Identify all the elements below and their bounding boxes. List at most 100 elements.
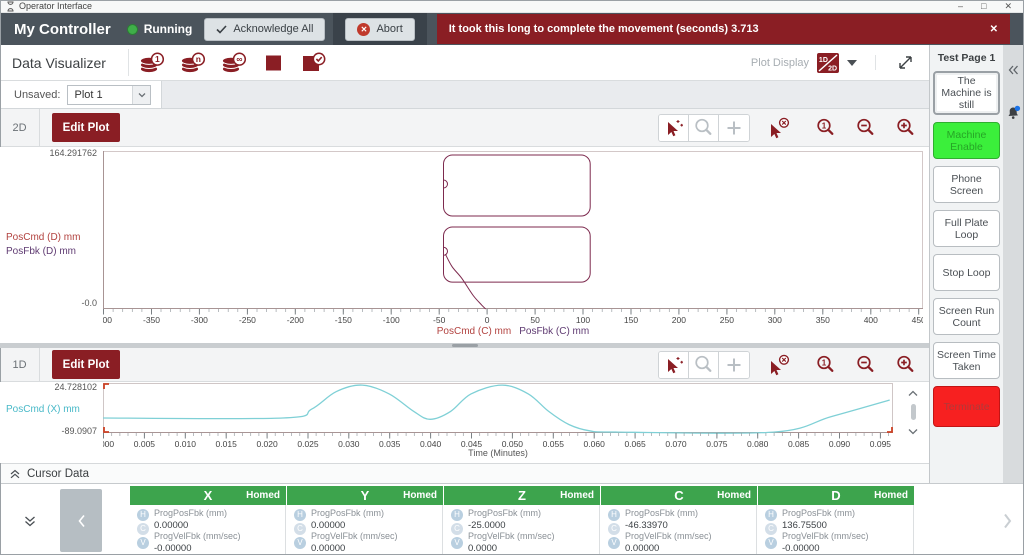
chevron-up-icon[interactable]	[904, 386, 922, 400]
sidebar-button-screen-time-taken[interactable]: Screen Time Taken	[933, 342, 1000, 379]
status-dot-icon	[127, 24, 138, 35]
velocity-indicator-icon: V	[137, 537, 149, 549]
vel-feedback-label: ProgVelFbk (mm/sec)	[154, 531, 241, 543]
pan-icon[interactable]	[719, 115, 749, 141]
expand-icon[interactable]	[894, 51, 917, 74]
plot-2d-canvas[interactable]: -400-350-300-250-200-150-100-50050100150…	[103, 151, 923, 332]
axis-scroll-left-button[interactable]	[60, 489, 102, 552]
plot-2d-header: 2D Edit Plot 1	[0, 109, 929, 147]
cancel-measure-icon[interactable]	[768, 354, 791, 376]
divider	[128, 49, 129, 76]
axis-card-y[interactable]: YHomedHCVProgPosFbk (mm)0.00000ProgVelFb…	[287, 486, 443, 555]
vel-feedback-value: -0.00000	[782, 543, 869, 555]
plot-1d-scrollbar	[903, 386, 923, 438]
sidebar-button-machine-enable[interactable]: Machine Enable	[933, 122, 1000, 159]
chevron-down-icon[interactable]	[132, 86, 150, 104]
home-indicator-icon: H	[765, 509, 777, 521]
velocity-indicator-icon: V	[608, 537, 620, 549]
edit-plot-2d-button[interactable]: Edit Plot	[52, 113, 120, 142]
cursor-data-label: Cursor Data	[27, 468, 89, 480]
plot-display-mode-icon[interactable]: 1D2D	[817, 53, 839, 73]
record-single-icon[interactable]: 1	[139, 52, 166, 74]
pos-feedback-label: ProgPosFbk (mm)	[468, 508, 555, 520]
svg-text:350: 350	[816, 315, 830, 325]
cursor-select-icon[interactable]	[659, 352, 689, 378]
chevron-down-icon[interactable]	[847, 60, 857, 66]
vel-feedback-value: 0.00000	[625, 543, 712, 555]
plot-select[interactable]: Plot 1	[67, 85, 151, 105]
double-chevron-down-icon[interactable]	[24, 515, 36, 527]
home-indicator-icon: H	[451, 509, 463, 521]
notification-icon[interactable]	[1006, 105, 1021, 120]
pan-icon[interactable]	[719, 352, 749, 378]
sidebar-button-stop-loop[interactable]: Stop Loop	[933, 254, 1000, 291]
home-indicator-icon: H	[608, 509, 620, 521]
sidebar-button-screen-run-count[interactable]: Screen Run Count	[933, 298, 1000, 335]
sidebar-button-terminate[interactable]: Terminate	[933, 386, 1000, 427]
edit-plot-1d-button[interactable]: Edit Plot	[52, 350, 120, 379]
zoom-fit-icon[interactable]: 1	[809, 351, 841, 379]
home-indicator-icon: H	[294, 509, 306, 521]
svg-text:50: 50	[530, 315, 540, 325]
maximize-icon[interactable]: □	[981, 0, 986, 13]
cancel-measure-icon[interactable]	[768, 117, 791, 139]
zoom-fit-icon[interactable]: 1	[809, 114, 841, 142]
series-label: PosCmd (D) mm	[6, 231, 80, 245]
double-chevron-up-icon[interactable]	[10, 469, 20, 479]
minimize-icon[interactable]: –	[958, 0, 963, 13]
stop-record-icon[interactable]	[262, 52, 286, 74]
svg-text:400: 400	[864, 315, 878, 325]
sidebar-button-full-plate-loop[interactable]: Full Plate Loop	[933, 210, 1000, 247]
splitter-handle-icon[interactable]	[452, 344, 478, 347]
axis-card-body: HCVProgPosFbk (mm)0.00000ProgVelFbk (mm/…	[287, 505, 443, 554]
zoom-box-icon[interactable]	[689, 352, 719, 378]
sidebar-button-phone-screen[interactable]: Phone Screen	[933, 166, 1000, 203]
svg-text:-100: -100	[383, 315, 400, 325]
plot-2d-ymin-label: -0.0	[0, 298, 97, 308]
sidebar-title: Test Page 1	[933, 52, 1000, 64]
alert-message-bar: It took this long to complete the moveme…	[437, 14, 1010, 44]
pos-feedback-value: 0.00000	[154, 520, 241, 532]
axis-card-x[interactable]: XHomedHCVProgPosFbk (mm)0.00000ProgVelFb…	[130, 486, 286, 555]
chevron-down-icon[interactable]	[904, 424, 922, 438]
svg-text:450: 450	[912, 315, 923, 325]
sidebar-panel: Test Page 1 The Machine is still Machine …	[929, 45, 1003, 483]
zoom-tool-group: 1	[809, 351, 921, 379]
svg-text:-150: -150	[335, 315, 352, 325]
zoom-box-icon[interactable]	[689, 115, 719, 141]
plot-1d-canvas[interactable]: 0.0000.0050.0100.0150.0200.0250.0300.035…	[103, 383, 893, 454]
plot-2d-x-series-legend: PosCmd (C) mmPosFbk (C) mm	[103, 326, 923, 337]
axis-indicator-icons: HCV	[762, 508, 780, 554]
axis-card-z[interactable]: ZHomedHCVProgPosFbk (mm)-25.0000ProgVelF…	[444, 486, 600, 555]
zoom-out-icon[interactable]	[849, 114, 881, 142]
axis-card-header: YHomed	[287, 486, 443, 505]
plot-splitter[interactable]	[0, 343, 929, 348]
axis-scroll-right-button[interactable]	[990, 486, 1024, 555]
record-n-icon[interactable]: n	[180, 52, 207, 74]
record-continuous-icon[interactable]: ∞	[221, 52, 248, 74]
axis-card-c[interactable]: CHomedHCVProgPosFbk (mm)-46.33970ProgVel…	[601, 486, 757, 555]
acknowledge-all-button[interactable]: Acknowledge All	[204, 18, 325, 41]
velocity-indicator-icon: V	[451, 537, 463, 549]
vel-feedback-label: ProgVelFbk (mm/sec)	[468, 531, 555, 543]
plot-tab[interactable]: Unsaved: Plot 1	[0, 81, 162, 108]
plot-1d-x-axis-label: Time (Minutes)	[103, 448, 893, 458]
axis-card-d[interactable]: DHomedHCVProgPosFbk (mm)136.75500ProgVel…	[758, 486, 914, 555]
scrollbar-thumb[interactable]	[911, 404, 916, 420]
sidebar-button-the-machine-is-still[interactable]: The Machine is still	[933, 71, 1000, 115]
cursor-data-bar[interactable]: Cursor Data	[0, 463, 929, 483]
zoom-in-icon[interactable]	[889, 351, 921, 379]
abort-button[interactable]: ✕ Abort	[345, 18, 414, 41]
axis-bar-collapse[interactable]	[0, 486, 60, 555]
finalize-record-icon[interactable]	[300, 52, 327, 74]
controller-header: My Controller Running Acknowledge All ✕ …	[0, 13, 1024, 45]
cursor-select-icon[interactable]	[659, 115, 689, 141]
close-icon[interactable]: ✕	[1004, 0, 1012, 13]
axis-card-header: CHomed	[601, 486, 757, 505]
zoom-in-icon[interactable]	[889, 114, 921, 142]
homed-badge: Homed	[874, 486, 908, 505]
alert-close-icon[interactable]: ✕	[990, 24, 998, 35]
double-chevron-left-icon[interactable]	[1008, 65, 1019, 75]
zoom-out-icon[interactable]	[849, 351, 881, 379]
svg-text:2D: 2D	[828, 65, 837, 72]
